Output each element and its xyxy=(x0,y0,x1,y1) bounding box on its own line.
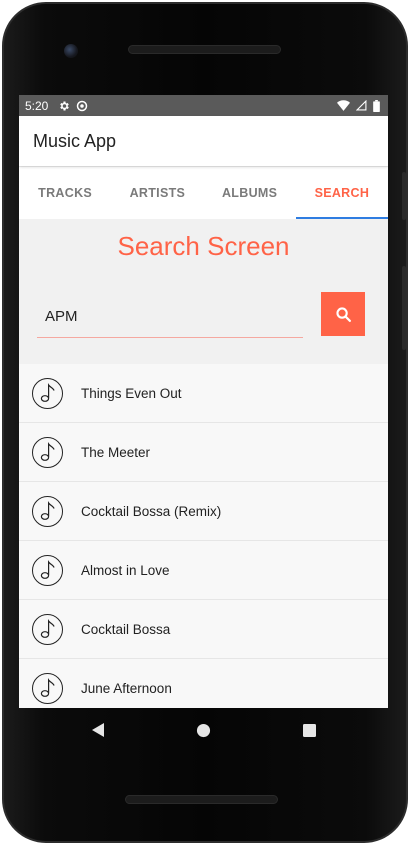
search-icon xyxy=(335,306,351,322)
search-panel: Search Screen xyxy=(19,219,388,364)
volume-button xyxy=(402,266,406,350)
list-item[interactable]: The Meeter xyxy=(19,423,388,482)
music-note-icon xyxy=(32,554,63,586)
music-note-icon xyxy=(32,495,63,527)
track-name: June Afternoon xyxy=(81,680,172,696)
search-button[interactable] xyxy=(321,292,365,336)
status-time: 5:20 xyxy=(25,98,49,113)
home-button[interactable] xyxy=(151,723,257,738)
recents-button[interactable] xyxy=(257,723,363,737)
search-screen-title: Search Screen xyxy=(117,231,290,261)
home-icon xyxy=(196,723,211,737)
list-item[interactable]: Cocktail Bossa xyxy=(19,600,388,659)
sync-icon xyxy=(77,100,88,111)
tab-albums[interactable]: ALBUMS xyxy=(204,167,296,219)
track-name: Things Even Out xyxy=(81,385,182,401)
search-input[interactable] xyxy=(37,296,303,338)
back-button[interactable] xyxy=(45,722,151,738)
battery-icon xyxy=(373,99,380,112)
settings-icon xyxy=(60,101,70,110)
system-nav-bar xyxy=(19,708,388,752)
list-item[interactable]: Cocktail Bossa (Remix) xyxy=(19,482,388,541)
status-bar: 5:20 xyxy=(19,95,388,116)
track-name: Almost in Love xyxy=(81,562,170,578)
list-item[interactable]: June Afternoon xyxy=(19,659,388,708)
music-note-icon xyxy=(32,672,63,704)
music-note-icon xyxy=(32,613,63,645)
search-results-list: Things Even Out The Meeter Cocktail Boss… xyxy=(19,364,388,708)
track-name: Cocktail Bossa (Remix) xyxy=(81,503,222,519)
power-button xyxy=(402,172,406,220)
music-note-icon xyxy=(32,377,63,409)
track-name: Cocktail Bossa xyxy=(81,621,171,637)
app-bar: Music App xyxy=(19,116,388,166)
tab-search[interactable]: SEARCH xyxy=(295,167,388,219)
tab-bar: TRACKS ARTISTS ALBUMS SEARCH xyxy=(19,166,388,219)
recents-icon xyxy=(303,723,316,737)
music-note-icon xyxy=(32,436,63,468)
track-name: The Meeter xyxy=(81,444,151,460)
wifi-icon xyxy=(337,100,350,111)
list-item[interactable]: Almost in Love xyxy=(19,541,388,600)
bottom-speaker xyxy=(125,795,278,804)
tab-artists[interactable]: ARTISTS xyxy=(111,167,203,219)
screen: 5:20 Music App TRACKS ARTISTS ALBUMS SEA… xyxy=(19,95,388,708)
signal-icon xyxy=(356,100,367,111)
app-title: Music App xyxy=(33,130,117,151)
tab-tracks[interactable]: TRACKS xyxy=(19,167,111,219)
back-icon xyxy=(91,723,104,737)
list-item[interactable]: Things Even Out xyxy=(19,364,388,423)
front-camera xyxy=(64,44,78,58)
earpiece-speaker xyxy=(128,45,281,54)
